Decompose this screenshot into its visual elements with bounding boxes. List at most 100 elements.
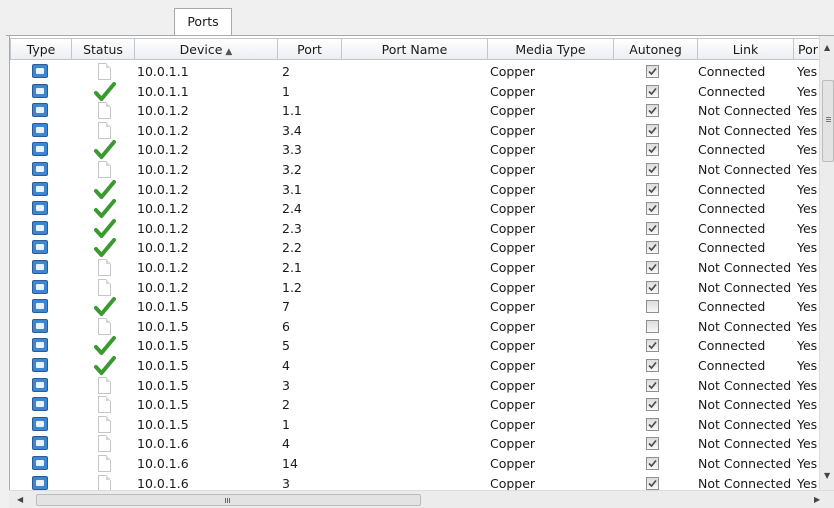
table-row[interactable]: 10.0.1.2 2.2 Copper Connected Yes xyxy=(10,238,830,258)
table-row[interactable]: 10.0.1.6 14 Copper Not Connected Yes xyxy=(10,454,830,474)
autoneg-checkbox[interactable] xyxy=(646,182,659,196)
autoneg-checkbox[interactable] xyxy=(646,300,659,314)
table-row[interactable]: 10.0.1.2 2.1 Copper Not Connected Yes xyxy=(10,258,830,278)
tab-ports[interactable]: Ports xyxy=(174,8,232,35)
table-row[interactable]: 10.0.1.6 4 Copper Not Connected Yes xyxy=(10,434,830,454)
type-cell xyxy=(32,436,48,451)
por-cell: Yes xyxy=(797,456,818,471)
type-cell xyxy=(32,83,48,99)
autoneg-checkbox[interactable] xyxy=(646,202,659,216)
status-cell xyxy=(93,336,117,356)
autoneg-cell xyxy=(646,280,659,294)
checkmark-icon xyxy=(648,401,657,409)
autoneg-checkbox[interactable] xyxy=(646,476,659,490)
device-cell: 10.0.1.5 xyxy=(137,416,189,432)
checkmark-icon xyxy=(648,87,657,95)
column-header-type[interactable]: Type xyxy=(10,38,72,60)
check-icon xyxy=(94,356,116,375)
document-icon xyxy=(98,278,111,296)
table-row[interactable]: 10.0.1.5 2 Copper Not Connected Yes xyxy=(10,395,830,415)
table-row[interactable]: 10.0.1.2 1.2 Copper Not Connected Yes xyxy=(10,278,830,298)
port-cell: 2 xyxy=(282,397,290,413)
autoneg-checkbox[interactable] xyxy=(646,457,659,470)
type-cell xyxy=(32,64,48,79)
autoneg-checkbox[interactable] xyxy=(646,65,659,78)
table-row[interactable]: 10.0.1.5 6 Copper Not Connected Yes xyxy=(10,317,830,337)
port-cell: 7 xyxy=(282,299,290,315)
media-type-cell: Copper xyxy=(490,220,536,236)
column-header-media-type[interactable]: Media Type xyxy=(488,38,614,60)
scroll-left-arrow[interactable]: ◀ xyxy=(17,495,23,505)
port-icon xyxy=(32,122,48,137)
table-row[interactable]: 10.0.1.2 3.3 Copper Connected Yes xyxy=(10,140,830,160)
autoneg-checkbox[interactable] xyxy=(646,319,659,333)
link-cell: Not Connected xyxy=(698,377,792,393)
por-cell: Yes xyxy=(797,436,818,452)
status-cell xyxy=(93,454,117,474)
scroll-grip-icon xyxy=(225,498,226,503)
table-row[interactable]: 10.0.1.1 2 Copper Connected Yes xyxy=(10,62,830,82)
type-cell xyxy=(32,220,48,236)
port-icon xyxy=(32,83,48,98)
vertical-scroll-thumb[interactable] xyxy=(822,80,834,162)
port-icon xyxy=(32,299,48,314)
table-row[interactable]: 10.0.1.2 3.2 Copper Not Connected Yes xyxy=(10,160,830,180)
column-header-link[interactable]: Link xyxy=(698,38,794,60)
table-row[interactable]: 10.0.1.5 7 Copper Connected Yes xyxy=(10,297,830,317)
autoneg-checkbox[interactable] xyxy=(646,280,659,294)
scroll-right-arrow[interactable]: ▶ xyxy=(814,495,820,505)
autoneg-checkbox[interactable] xyxy=(646,241,659,255)
autoneg-checkbox[interactable] xyxy=(646,378,659,392)
table-row[interactable]: 10.0.1.2 1.1 Copper Not Connected Yes xyxy=(10,101,830,121)
autoneg-checkbox[interactable] xyxy=(646,221,659,235)
type-cell xyxy=(32,240,48,255)
table-row[interactable]: 10.0.1.5 3 Copper Not Connected Yes xyxy=(10,376,830,396)
column-header-port-name[interactable]: Port Name xyxy=(342,38,488,60)
horizontal-scrollbar[interactable]: ◀ ▶ xyxy=(9,490,834,508)
status-cell xyxy=(93,101,117,121)
type-cell xyxy=(32,397,48,412)
port-icon xyxy=(32,279,48,294)
scroll-down-arrow[interactable]: ▼ xyxy=(824,471,830,481)
autoneg-checkbox[interactable] xyxy=(646,359,659,372)
por-cell: Yes xyxy=(797,181,818,197)
table-row[interactable]: 10.0.1.5 4 Copper Connected Yes xyxy=(10,356,830,376)
autoneg-checkbox[interactable] xyxy=(646,143,659,157)
horizontal-scroll-thumb[interactable] xyxy=(36,494,421,506)
link-cell: Not Connected xyxy=(698,318,792,334)
autoneg-checkbox[interactable] xyxy=(646,84,659,98)
column-header-status[interactable]: Status xyxy=(72,38,135,60)
autoneg-checkbox[interactable] xyxy=(646,163,659,176)
autoneg-checkbox[interactable] xyxy=(646,437,659,451)
table-row[interactable]: 10.0.1.2 2.4 Copper Connected Yes xyxy=(10,199,830,219)
port-icon xyxy=(32,358,48,372)
table-row[interactable]: 10.0.1.5 1 Copper Not Connected Yes xyxy=(10,415,830,435)
link-cell: Not Connected xyxy=(698,260,792,275)
column-header-port[interactable]: Port xyxy=(278,38,342,60)
autoneg-checkbox[interactable] xyxy=(646,104,659,118)
table-row[interactable]: 10.0.1.2 3.1 Copper Connected Yes xyxy=(10,179,830,200)
table-row[interactable]: 10.0.1.6 3 Copper Not Connected Yes xyxy=(10,474,830,490)
device-cell: 10.0.1.2 xyxy=(137,260,189,275)
port-cell: 3 xyxy=(282,475,290,490)
column-header-device[interactable]: Device ▲ xyxy=(135,38,278,60)
checkmark-icon xyxy=(648,381,657,389)
column-header-autoneg[interactable]: Autoneg xyxy=(614,38,698,60)
port-cell: 1 xyxy=(282,416,290,432)
status-cell xyxy=(93,434,117,454)
link-cell: Connected xyxy=(698,358,766,373)
table-row[interactable]: 10.0.1.1 1 Copper Connected Yes xyxy=(10,81,830,102)
autoneg-checkbox[interactable] xyxy=(646,123,659,137)
table-row[interactable]: 10.0.1.2 3.4 Copper Not Connected Yes xyxy=(10,121,830,141)
vertical-scrollbar[interactable]: ▲ ▼ xyxy=(819,36,834,490)
table-row[interactable]: 10.0.1.5 5 Copper Connected Yes xyxy=(10,336,830,356)
table-row[interactable]: 10.0.1.2 2.3 Copper Connected Yes xyxy=(10,218,830,239)
autoneg-checkbox[interactable] xyxy=(646,261,659,274)
scroll-up-arrow[interactable]: ▲ xyxy=(824,43,830,53)
autoneg-checkbox[interactable] xyxy=(646,339,659,353)
device-cell: 10.0.1.2 xyxy=(137,122,189,138)
autoneg-checkbox[interactable] xyxy=(646,417,659,431)
status-cell xyxy=(93,160,117,180)
link-cell: Not Connected xyxy=(698,103,792,119)
autoneg-checkbox[interactable] xyxy=(646,398,659,412)
